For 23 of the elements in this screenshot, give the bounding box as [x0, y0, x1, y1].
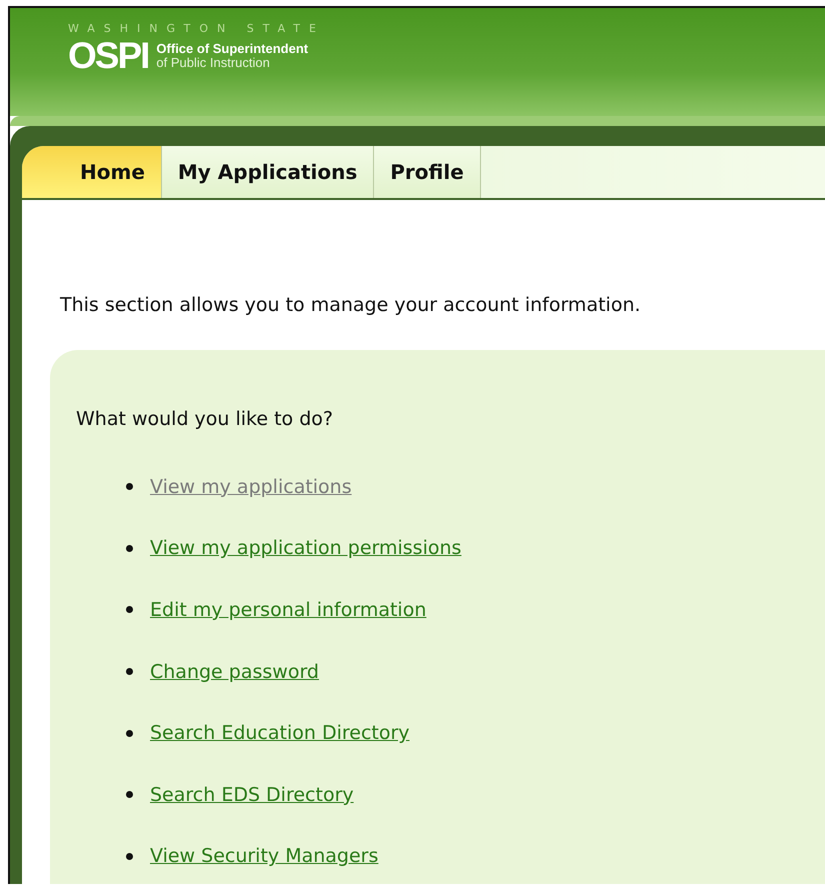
state-label: WASHINGTON STATE: [68, 22, 325, 35]
nav-tab[interactable]: Profile: [374, 146, 481, 198]
action-link[interactable]: Edit my personal information: [150, 598, 426, 621]
bullet-icon: [126, 606, 133, 614]
action-link[interactable]: View Security Managers: [150, 845, 378, 868]
action-link[interactable]: Change password: [150, 660, 319, 683]
question-text: What would you like to do?: [76, 408, 334, 430]
bullet-icon: [126, 791, 133, 798]
nav-tab[interactable]: My Applications: [162, 146, 374, 198]
bullet-icon: [126, 852, 133, 860]
intro-text: This section allows you to manage your account information.: [60, 294, 642, 316]
action-link[interactable]: Search EDS Directory: [150, 784, 354, 806]
bullet-icon: [126, 668, 133, 676]
org-name: of Public Instruction: [156, 56, 270, 70]
action-link[interactable]: View my applications: [150, 476, 352, 498]
nav-tab[interactable]: Home: [22, 146, 162, 198]
action-link[interactable]: View my application permissions: [150, 537, 462, 560]
logo: OSPI: [68, 36, 148, 76]
bullet-icon: [126, 544, 133, 552]
bullet-icon: [126, 483, 133, 490]
action-link[interactable]: Search Education Directory: [150, 722, 410, 744]
bullet-icon: [126, 730, 133, 737]
org-name: Office of Superintendent: [156, 42, 308, 56]
